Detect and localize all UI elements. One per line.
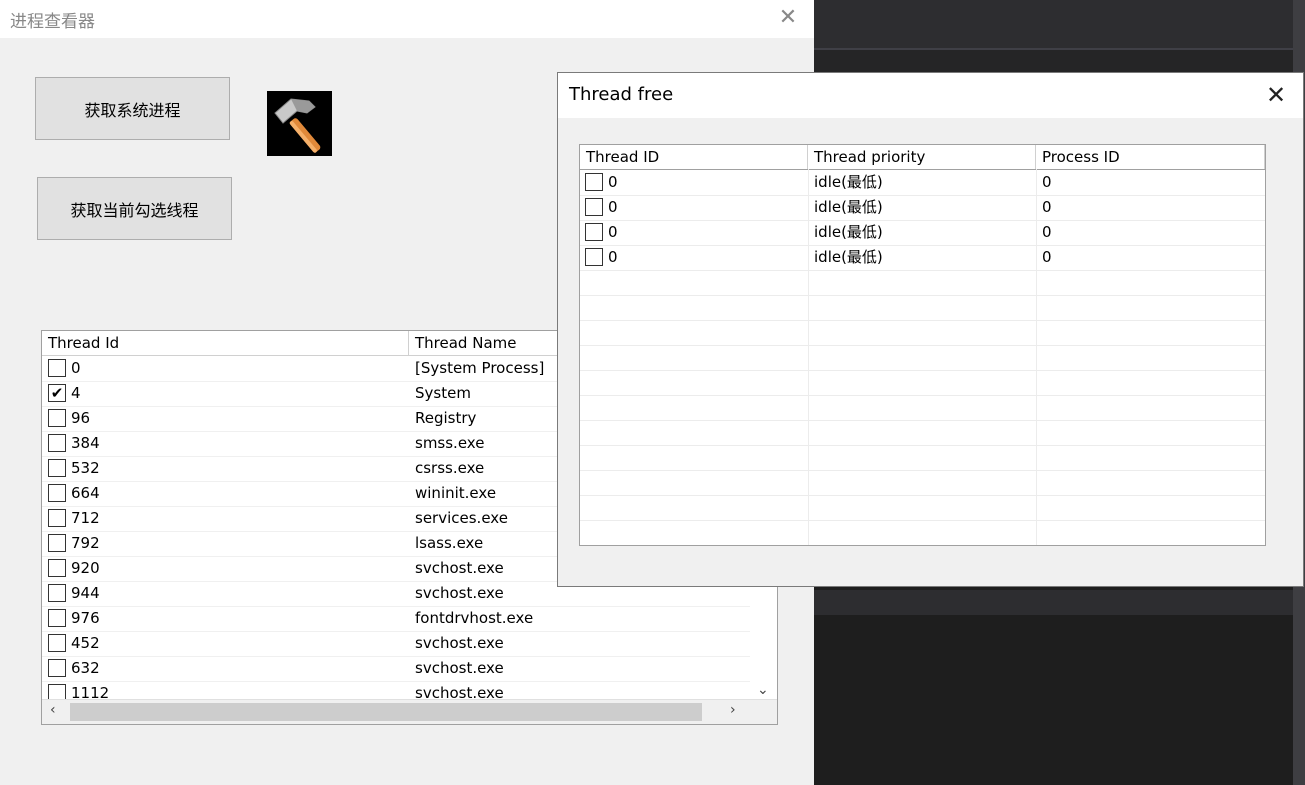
empty-row (580, 345, 1265, 371)
row-checkbox[interactable] (585, 223, 603, 241)
thread-id-cell: 0 (608, 248, 618, 266)
thread-priority-cell: idle(最低) (814, 248, 883, 266)
row-checkbox[interactable] (48, 609, 66, 627)
thread-id-cell: 452 (71, 634, 100, 652)
thread-priority-cell: idle(最低) (814, 223, 883, 241)
empty-row (580, 320, 1265, 346)
process-id-cell: 0 (1042, 223, 1052, 241)
horizontal-scrollbar[interactable]: ‹ › (42, 699, 777, 724)
table-row[interactable]: 0 idle(最低) 0 (580, 220, 1265, 246)
row-checkbox[interactable] (585, 248, 603, 266)
column-header-thread-id[interactable]: Thread ID (580, 145, 808, 169)
thread-id-cell: 792 (71, 534, 100, 552)
row-checkbox[interactable] (48, 584, 66, 602)
column-header-thread-id[interactable]: Thread Id (42, 331, 409, 355)
hammer-icon (267, 91, 332, 156)
column-header-process-id[interactable]: Process ID (1036, 145, 1265, 169)
thread-name-cell: svchost.exe (415, 584, 504, 602)
thread-name-cell: System (415, 384, 471, 402)
title-bar: 进程查看器 ✕ (0, 0, 814, 38)
dialog-title-bar: Thread free ✕ (558, 73, 1303, 118)
thread-id-cell: 632 (71, 659, 100, 677)
dialog-title: Thread free (569, 84, 674, 105)
thread-id-cell: 4 (71, 384, 81, 402)
row-checkbox[interactable] (48, 484, 66, 502)
empty-row (580, 370, 1265, 396)
thread-id-cell: 712 (71, 509, 100, 527)
thread-id-cell: 944 (71, 584, 100, 602)
thread-name-cell: lsass.exe (415, 534, 484, 552)
thread-id-cell: 0 (71, 359, 81, 377)
thread-priority-cell: idle(最低) (814, 173, 883, 191)
thread-id-cell: 920 (71, 559, 100, 577)
thread-id-cell: 384 (71, 434, 100, 452)
chevron-down-icon[interactable]: ⌄ (757, 682, 769, 698)
ide-panel-bar (814, 590, 1305, 615)
thread-name-cell: fontdrvhost.exe (415, 609, 534, 627)
table-row[interactable]: 976 fontdrvhost.exe (42, 606, 750, 632)
empty-row (580, 295, 1265, 321)
column-header-thread-priority[interactable]: Thread priority (808, 145, 1036, 169)
process-id-cell: 0 (1042, 173, 1052, 191)
row-checkbox[interactable] (48, 509, 66, 527)
empty-row (580, 420, 1265, 446)
row-checkbox[interactable] (48, 659, 66, 677)
thread-id-cell: 976 (71, 609, 100, 627)
thread-list[interactable]: Thread ID Thread priority Process ID 0 id… (579, 144, 1266, 546)
scroll-thumb[interactable] (70, 703, 702, 721)
thread-id-cell: 96 (71, 409, 91, 427)
empty-row (580, 495, 1265, 521)
thread-id-cell: 532 (71, 459, 100, 477)
thread-name-cell: svchost.exe (415, 559, 504, 577)
ide-toolbar (814, 0, 1305, 50)
table-row[interactable]: 0 idle(最低) 0 (580, 170, 1265, 196)
thread-id-cell: 664 (71, 484, 100, 502)
thread-dialog: Thread free ✕ Thread ID Thread priority … (557, 72, 1304, 587)
thread-name-cell: wininit.exe (415, 484, 497, 502)
thread-id-cell: 0 (608, 173, 618, 191)
ide-tabbar (814, 50, 1305, 72)
thread-priority-cell: idle(最低) (814, 198, 883, 216)
table-row[interactable]: 0 idle(最低) 0 (580, 195, 1265, 221)
thread-id-cell: 0 (608, 198, 618, 216)
empty-row (580, 520, 1265, 545)
row-checkbox[interactable] (585, 173, 603, 191)
thread-name-cell: svchost.exe (415, 634, 504, 652)
scroll-right-icon[interactable]: › (730, 702, 736, 718)
thread-list-header: Thread ID Thread priority Process ID (580, 145, 1265, 170)
row-checkbox[interactable] (48, 434, 66, 452)
table-row[interactable]: 0 idle(最低) 0 (580, 245, 1265, 271)
close-icon[interactable]: ✕ (776, 5, 800, 30)
thread-id-cell: 0 (608, 223, 618, 241)
thread-name-cell: services.exe (415, 509, 508, 527)
empty-row (580, 270, 1265, 296)
thread-name-cell: svchost.exe (415, 659, 504, 677)
row-checkbox[interactable] (585, 198, 603, 216)
thread-name-cell: smss.exe (415, 434, 485, 452)
empty-row (580, 470, 1265, 496)
row-checkbox[interactable] (48, 459, 66, 477)
row-checkbox[interactable]: ✔ (48, 384, 66, 402)
window-title: 进程查看器 (10, 12, 95, 32)
row-checkbox[interactable] (48, 409, 66, 427)
get-system-processes-button[interactable]: 获取系统进程 (35, 77, 230, 140)
process-id-cell: 0 (1042, 198, 1052, 216)
empty-row (580, 395, 1265, 421)
get-selected-threads-button[interactable]: 获取当前勾选线程 (37, 177, 232, 240)
thread-name-cell: csrss.exe (415, 459, 485, 477)
row-checkbox[interactable] (48, 359, 66, 377)
scroll-left-icon[interactable]: ‹ (50, 702, 56, 718)
empty-row (580, 445, 1265, 471)
thread-name-cell: [System Process] (415, 359, 545, 377)
process-id-cell: 0 (1042, 248, 1052, 266)
table-row[interactable]: 632 svchost.exe (42, 656, 750, 682)
row-checkbox[interactable] (48, 559, 66, 577)
thread-name-cell: Registry (415, 409, 477, 427)
close-icon[interactable]: ✕ (1263, 81, 1289, 109)
row-checkbox[interactable] (48, 534, 66, 552)
table-row[interactable]: 452 svchost.exe (42, 631, 750, 657)
row-checkbox[interactable] (48, 634, 66, 652)
